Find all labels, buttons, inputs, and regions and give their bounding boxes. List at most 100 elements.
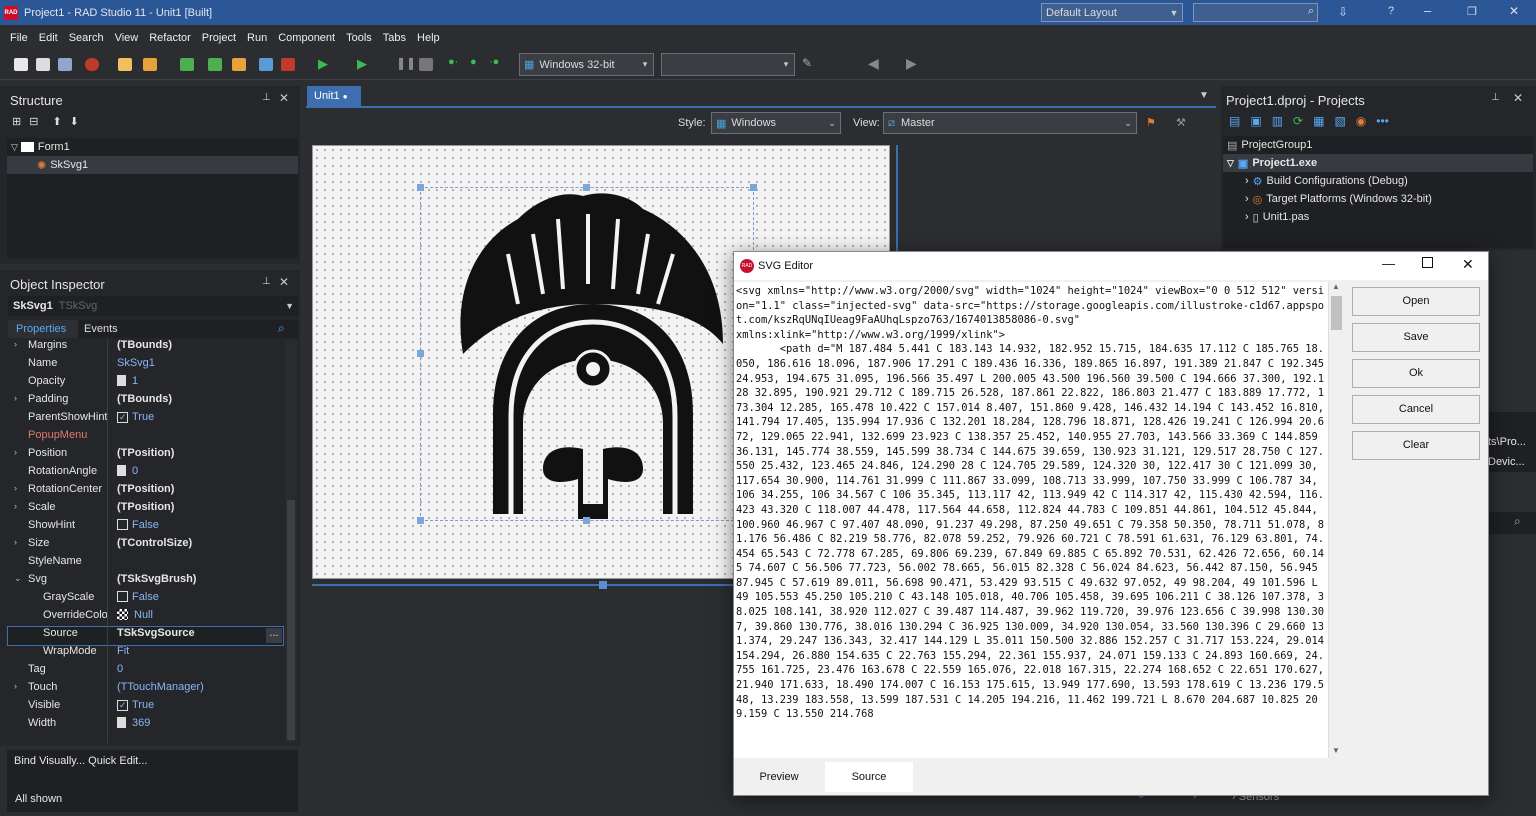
new-items-icon[interactable] [36,58,50,71]
pin-icon[interactable]: ⊥ [1491,92,1500,103]
pin-icon[interactable]: ⊥ [262,276,271,287]
device-icon[interactable]: ✎ [802,56,812,70]
options-icon[interactable]: ▧ [1334,114,1345,128]
property-value[interactable]: SkSvg1 [117,357,155,369]
expand-icon[interactable]: › [14,447,17,457]
property-value[interactable]: 0 [117,465,138,477]
pause-icon[interactable]: ❚❚ [396,56,416,70]
new-icon[interactable]: ▤ [1229,114,1240,128]
collapse-icon[interactable]: ⌄ [14,573,22,584]
property-value[interactable]: Null [117,609,153,621]
layout-icon[interactable]: ⚒ [1176,116,1186,129]
tree-item-build-config[interactable]: › ⚙ Build Configurations (Debug) [1223,172,1533,190]
move-up-icon[interactable]: ⬆ [52,115,61,128]
resize-handle[interactable] [417,184,424,191]
clear-button[interactable]: Clear [1352,431,1480,460]
tree-item-sksvg1[interactable]: ✺ SkSvg1 [7,156,298,174]
menu-tools[interactable]: Tools [346,32,372,44]
step-over-icon[interactable]: ●· [448,56,458,68]
config-select[interactable]: ▾ [661,53,795,76]
expand-icon[interactable]: › [1245,175,1249,187]
delete-icon[interactable]: ⊟ [29,115,38,128]
view-unit-icon[interactable] [281,58,295,71]
run-without-debug-icon[interactable]: ▶ [357,56,367,72]
property-row[interactable]: Visible ✓ True [8,699,283,717]
tab-properties[interactable]: Properties [8,320,78,338]
layout-select[interactable]: Default Layout ▼ [1041,3,1183,22]
more-icon[interactable]: ••• [1376,114,1389,128]
close-icon[interactable]: ✕ [279,91,289,105]
save-icon[interactable] [180,58,194,71]
tree-item-project1[interactable]: ▽ ▣ Project1.exe [1223,154,1533,172]
open-project-icon[interactable] [143,58,157,71]
pin-icon[interactable]: ⊥ [262,92,271,103]
component-selector[interactable]: SkSvg1 TSkSvg ▼ [8,296,298,316]
property-row[interactable]: Width 369 [8,717,283,735]
forward-icon[interactable]: ▶ [906,55,917,72]
property-row[interactable]: ShowHint False [8,519,283,537]
restore-icon[interactable]: ❐ [1467,5,1477,18]
ide-search-input[interactable]: ⌕ [1193,3,1318,22]
trace-into-icon[interactable]: ● [470,56,477,68]
resize-handle[interactable] [750,184,757,191]
collapse-icon[interactable]: ▽ [11,142,18,153]
property-row[interactable]: Tag 0 [8,663,283,681]
expand-icon[interactable]: › [14,339,17,349]
property-value[interactable]: False [117,519,159,531]
property-row[interactable]: GrayScale False [8,591,283,609]
property-value[interactable]: ✓ True [117,411,154,423]
view-icon[interactable]: ▦ [1313,114,1324,128]
property-row[interactable]: ⌄ Svg (TSkSvgBrush) [8,573,283,591]
open-icon[interactable] [58,58,72,71]
minimize-icon[interactable]: — [1382,256,1395,271]
close-icon[interactable]: ✕ [1509,4,1519,18]
property-row[interactable]: Source TSkSvgSource... [7,626,284,646]
checkbox-icon[interactable] [117,591,128,602]
resize-handle[interactable] [583,517,590,524]
grid-divider[interactable] [107,339,108,743]
ellipsis-button[interactable]: ... [266,628,282,643]
open-folder-icon[interactable] [232,58,246,71]
move-down-icon[interactable]: ⬇ [70,115,79,128]
expand-icon[interactable]: › [14,681,17,691]
tree-item-unit1[interactable]: › ▯ Unit1.pas [1223,208,1533,226]
property-row[interactable]: › Padding (TBounds) [8,393,283,411]
add-icon[interactable]: ⊞ [12,115,21,128]
property-value[interactable]: (TControlSize) [117,537,192,549]
tab-events[interactable]: Events [84,323,118,335]
collapse-icon[interactable]: ▽ [1227,158,1234,169]
scrollbar-thumb[interactable] [287,500,295,740]
property-row[interactable]: Opacity 1 [8,375,283,393]
menu-tabs[interactable]: Tabs [383,32,406,44]
property-value[interactable]: 369 [117,717,150,729]
scrollbar-thumb[interactable] [1331,296,1342,330]
tree-item-target-platforms[interactable]: › ◎ Target Platforms (Windows 32-bit) [1223,190,1533,208]
property-value[interactable]: Fit [117,645,129,657]
cancel-button[interactable]: Cancel [1352,395,1480,424]
expand-icon[interactable]: › [1245,211,1249,223]
sync-icon[interactable]: ▣ [1250,114,1261,128]
open-button[interactable]: Open [1352,287,1480,316]
expand-icon[interactable]: › [1245,193,1249,205]
run-to-cursor-icon[interactable]: ·● [489,56,499,68]
tab-source[interactable]: Source [825,762,913,792]
property-row[interactable]: › Margins (TBounds) [8,339,283,357]
resize-handle[interactable] [583,184,590,191]
new-project-icon[interactable] [118,58,132,71]
maximize-icon[interactable] [1422,257,1433,268]
checkbox-icon[interactable]: ✓ [117,412,128,423]
source-scrollbar[interactable]: ▲ ▼ [1328,282,1343,758]
svg-source-textarea[interactable]: <svg xmlns="http://www.w3.org/2000/svg" … [734,282,1328,758]
palette-search[interactable]: ⌕ [1488,512,1536,534]
view-select[interactable]: ⧄ Master ⌄ [883,112,1137,134]
refresh-icon[interactable]: ⟳ [1293,114,1303,128]
tab-unit1[interactable]: Unit1 ● [307,86,361,108]
menu-edit[interactable]: Edit [39,32,58,44]
property-value[interactable]: (TBounds) [117,339,172,351]
activate-icon[interactable]: ◉ [1356,114,1366,128]
save-all-icon[interactable] [208,58,222,71]
property-row[interactable]: › Scale (TPosition) [8,501,283,519]
expand-icon[interactable]: › [14,483,17,493]
close-icon[interactable]: ✕ [279,275,289,289]
property-row[interactable]: OverrideColo Null [8,609,283,627]
